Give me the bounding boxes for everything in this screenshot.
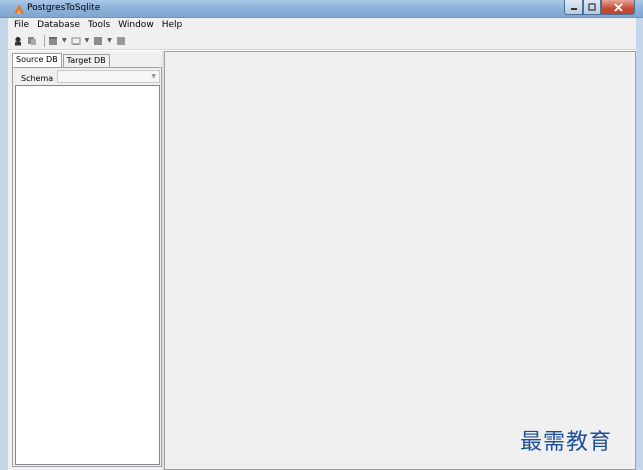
menu-tools[interactable]: Tools [88, 20, 110, 30]
app-window: PostgresToSqlite File Database Tools Win… [0, 0, 643, 470]
schema-label: Schema [21, 74, 54, 83]
source-db-page: Schema ▼ [12, 67, 162, 467]
toolbar: ▼ ▼ ▼ [8, 32, 636, 50]
chevron-down-icon[interactable]: ▼ [62, 37, 67, 44]
maximize-icon [588, 3, 596, 11]
database-panel: Source DB Target DB Schema ▼ [12, 52, 162, 467]
mdi-workspace[interactable] [164, 51, 636, 470]
chevron-down-icon[interactable]: ▼ [107, 37, 112, 44]
tab-target-db[interactable]: Target DB [62, 54, 110, 67]
db-tabs: Source DB Target DB [12, 53, 111, 68]
minimize-button[interactable] [564, 0, 583, 15]
menu-database[interactable]: Database [37, 20, 80, 30]
window-border-right [636, 18, 643, 470]
table-icon[interactable] [48, 36, 58, 46]
close-button[interactable] [601, 0, 635, 15]
grid-icon[interactable] [93, 36, 103, 46]
toolbar-separator [44, 34, 45, 47]
menu-bar: File Database Tools Window Help [8, 18, 636, 32]
tab-source-db[interactable]: Source DB [12, 53, 62, 68]
client-area: Source DB Target DB Schema ▼ [8, 51, 636, 470]
window-border-left [0, 18, 8, 470]
connect-icon[interactable] [13, 36, 23, 46]
query-icon[interactable] [71, 36, 81, 46]
chevron-down-icon[interactable]: ▼ [151, 73, 156, 80]
menu-window[interactable]: Window [118, 20, 154, 30]
menu-file[interactable]: File [14, 20, 29, 30]
menu-help[interactable]: Help [162, 20, 183, 30]
schema-dropdown[interactable]: ▼ [57, 70, 160, 83]
window-title: PostgresToSqlite [27, 3, 101, 13]
export-icon[interactable] [116, 36, 126, 46]
chevron-down-icon[interactable]: ▼ [85, 37, 90, 44]
title-bar[interactable]: PostgresToSqlite [0, 0, 643, 18]
close-icon [613, 2, 623, 12]
maximize-button[interactable] [583, 0, 601, 15]
disconnect-icon[interactable] [27, 36, 37, 46]
minimize-icon [570, 8, 577, 10]
schema-tree-view[interactable] [15, 85, 160, 465]
watermark-text: 最需教育 [520, 430, 613, 455]
window-controls [564, 0, 635, 16]
app-logo-icon [14, 4, 24, 14]
